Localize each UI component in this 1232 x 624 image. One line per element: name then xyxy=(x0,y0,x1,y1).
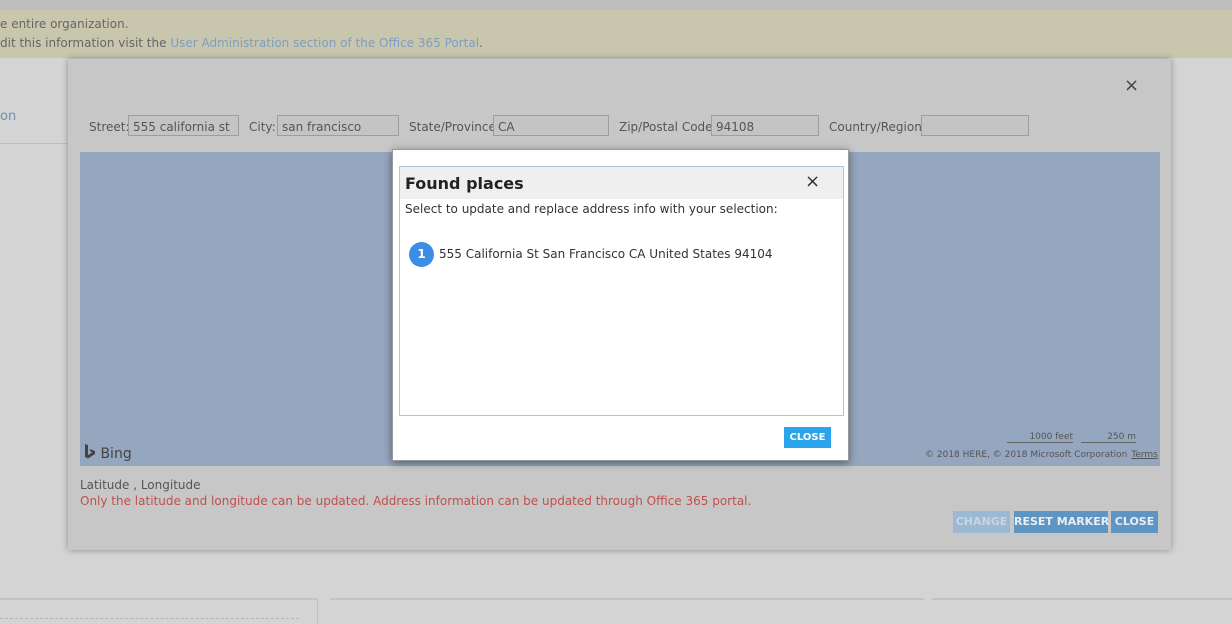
dialog-close-button[interactable]: CLOSE xyxy=(1111,511,1158,533)
notice-line-2-prefix: dit this information visit the xyxy=(0,36,171,50)
change-button[interactable]: CHANGE xyxy=(953,511,1010,533)
modal-close-icon[interactable]: × xyxy=(805,171,820,192)
zip-field[interactable]: 94108 xyxy=(711,115,819,136)
result-number-badge: 1 xyxy=(409,242,434,267)
street-field[interactable]: 555 california st xyxy=(128,115,239,136)
modal-title: Found places xyxy=(405,174,524,193)
city-field[interactable]: san francisco xyxy=(277,115,399,136)
lat-lon-label: Latitude , Longitude xyxy=(80,478,201,492)
found-places-modal: Found places × Select to update and repl… xyxy=(392,149,849,461)
modal-close-button[interactable]: CLOSE xyxy=(784,427,831,448)
background-panel-right xyxy=(932,598,1232,624)
side-tab-label: on xyxy=(0,109,17,124)
bing-brand-text: Bing xyxy=(100,446,132,462)
map-terms-link[interactable]: Terms xyxy=(1131,450,1158,460)
notice-line-2-suffix: . xyxy=(479,36,483,50)
dialog-close-icon[interactable]: × xyxy=(1124,77,1140,95)
background-panel-left xyxy=(0,598,318,624)
background-panel-middle xyxy=(330,598,924,624)
scale-feet: 1000 feet xyxy=(1007,432,1073,443)
notice-line-1: e entire organization. xyxy=(0,17,129,31)
state-field[interactable]: CA xyxy=(493,115,609,136)
scale-meters: 250 m xyxy=(1081,432,1136,443)
country-field[interactable] xyxy=(921,115,1029,136)
page-top-bar xyxy=(0,0,1232,10)
reset-marker-button[interactable]: RESET MARKER xyxy=(1014,511,1109,533)
country-label: Country/Region: xyxy=(829,120,926,134)
found-places-panel: Found places × Select to update and repl… xyxy=(399,166,844,416)
street-label: Street: xyxy=(89,120,130,134)
background-side-tab[interactable]: on xyxy=(0,90,69,144)
office-365-portal-link[interactable]: User Administration section of the Offic… xyxy=(170,36,479,50)
zip-label: Zip/Postal Code: xyxy=(619,120,717,134)
modal-subtitle: Select to update and replace address inf… xyxy=(405,202,778,216)
city-label: City: xyxy=(249,120,276,134)
map-copyright: © 2018 HERE, © 2018 Microsoft Corporatio… xyxy=(925,450,1158,460)
map-copyright-text: © 2018 HERE, © 2018 Microsoft Corporatio… xyxy=(925,450,1128,460)
bing-logo: Bing xyxy=(84,444,132,462)
info-notice-banner: e entire organization. dit this informat… xyxy=(0,10,1232,58)
state-label: State/Province: xyxy=(409,120,500,134)
notice-line-2: dit this information visit the User Admi… xyxy=(0,36,483,50)
bing-logo-icon xyxy=(85,444,95,459)
warning-message: Only the latitude and longitude can be u… xyxy=(80,494,752,508)
modal-header: Found places × xyxy=(400,167,843,199)
result-address: 555 California St San Francisco CA Unite… xyxy=(439,247,773,261)
